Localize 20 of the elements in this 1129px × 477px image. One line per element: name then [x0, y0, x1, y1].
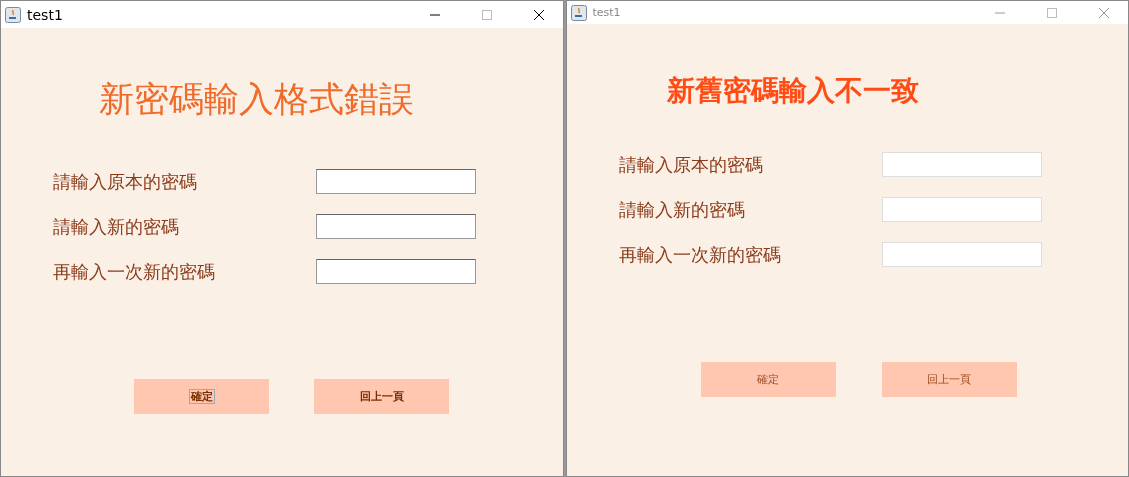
- password-field[interactable]: [316, 214, 476, 239]
- window-title: test1: [27, 6, 63, 23]
- form-button[interactable]: 回上一頁: [881, 362, 1017, 397]
- form-button[interactable]: 確定: [700, 362, 836, 397]
- field-label: 再輸入一次新的密碼: [618, 242, 782, 267]
- field-label: 請輸入新的密碼: [618, 197, 746, 222]
- close-icon[interactable]: [532, 8, 545, 21]
- field-label: 再輸入一次新的密碼: [53, 259, 216, 284]
- field-label: 請輸入新的密碼: [53, 214, 180, 239]
- field-label: 請輸入原本的密碼: [53, 169, 198, 194]
- password-field[interactable]: [316, 169, 476, 194]
- form-button[interactable]: 確定: [134, 379, 269, 414]
- maximize-icon[interactable]: [480, 8, 493, 21]
- window-title: test1: [592, 6, 621, 19]
- error-heading: 新密碼輸入格式錯誤: [99, 78, 415, 121]
- error-heading: 新舊密碼輸入不一致: [666, 73, 920, 109]
- password-field[interactable]: [316, 259, 476, 284]
- maximize-icon[interactable]: [1046, 6, 1058, 19]
- form-button[interactable]: 回上一頁: [314, 379, 449, 414]
- field-label: 請輸入原本的密碼: [618, 152, 764, 177]
